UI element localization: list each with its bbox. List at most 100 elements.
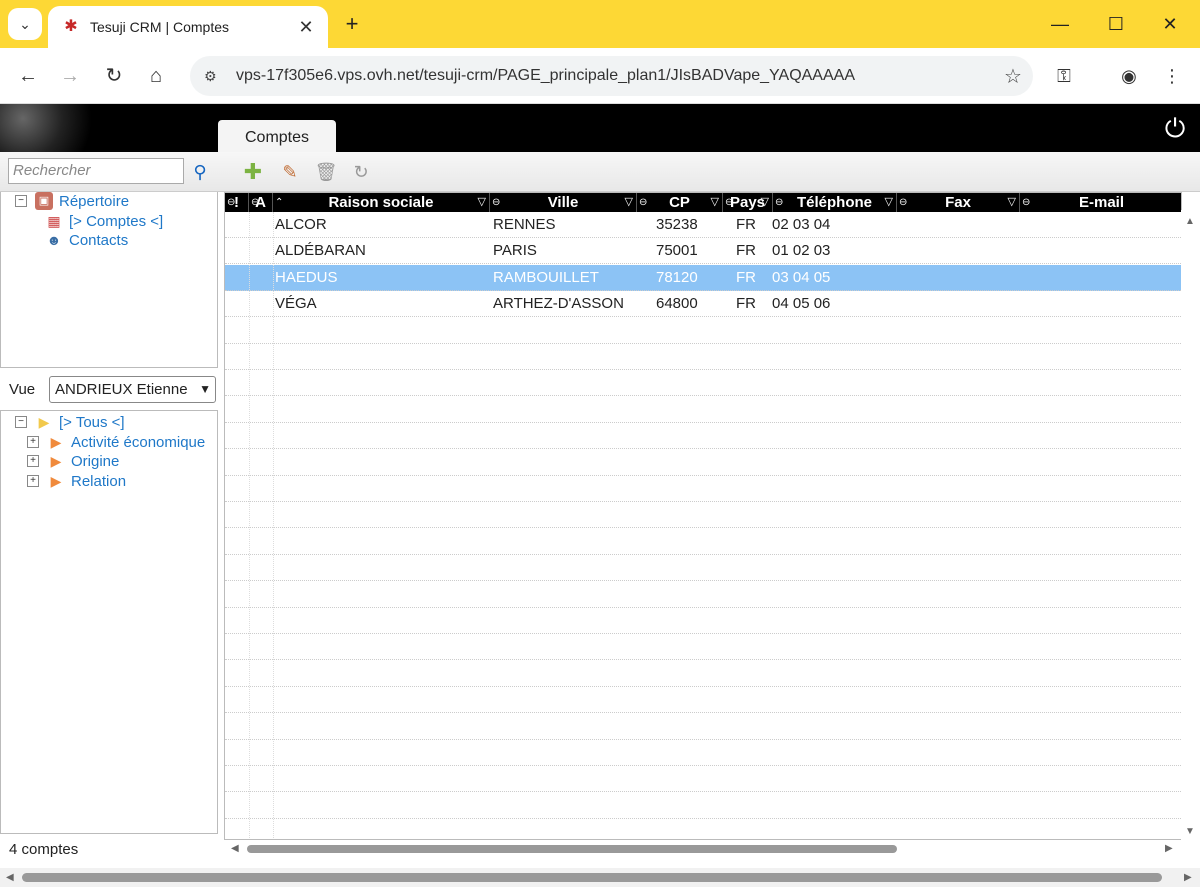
power-icon[interactable]: ⏻ <box>1160 113 1190 143</box>
column-header-ville[interactable]: ⊖ Ville ▽ <box>490 193 637 212</box>
new-tab-button[interactable]: + <box>340 12 364 36</box>
table-row[interactable] <box>225 502 1181 529</box>
maximize-button[interactable]: ☐ <box>1096 10 1136 38</box>
tab-comptes[interactable]: Comptes <box>218 120 336 156</box>
table-row[interactable] <box>225 397 1181 423</box>
menu-icon[interactable]: ⋮ <box>1158 62 1186 90</box>
column-header-email[interactable]: ⊖ E-mail <box>1020 193 1181 212</box>
reload-icon[interactable]: ↻ <box>100 62 128 90</box>
table-row[interactable]: ALDÉBARAN PARIS 75001 FR 01 02 03 <box>225 238 1181 265</box>
accounts-table: ⊖! ⊖ A ⌃ Raison sociale ▽ ⊖ Ville ▽ ⊖ CP ▽ ⊖ Pay… <box>224 192 1182 840</box>
scroll-thumb[interactable] <box>22 873 1162 882</box>
close-tab-icon[interactable]: ✕ <box>292 17 320 38</box>
page-scrollbar[interactable]: ◀ ▶ <box>0 868 1200 887</box>
column-header-flag[interactable]: ⊖! <box>225 193 249 212</box>
table-row[interactable] <box>225 529 1181 555</box>
table-row[interactable]: ALCOR RENNES 35238 FR 02 03 04 <box>225 212 1181 238</box>
search-icon[interactable]: ⚲ <box>188 160 212 184</box>
chevron-down-icon: ▼ <box>199 382 211 396</box>
table-row[interactable] <box>225 318 1181 344</box>
table-row[interactable] <box>225 582 1181 608</box>
table-row[interactable] <box>225 661 1181 687</box>
expand-icon[interactable]: + <box>27 436 39 448</box>
table-cell-pays: FR <box>736 268 756 286</box>
site-settings-icon[interactable]: ⚙ <box>204 68 224 85</box>
search-input[interactable]: Rechercher <box>8 158 184 184</box>
trash-icon[interactable]: 🗑 <box>314 160 338 184</box>
table-row[interactable] <box>225 344 1181 370</box>
tree-item-contacts[interactable]: ☻ Contacts <box>45 231 129 249</box>
table-row[interactable]: VÉGA ARTHEZ-D'ASSON 64800 FR 04 05 06 <box>225 291 1181 318</box>
folder-icon: ▣ <box>35 192 53 210</box>
table-row[interactable] <box>225 687 1181 714</box>
column-header-fax[interactable]: ⊖ Fax ▽ <box>897 193 1020 212</box>
scroll-left-icon[interactable]: ◀ <box>231 843 239 854</box>
tab-search-button[interactable]: ⌄ <box>8 8 42 40</box>
tree-item-origine[interactable]: + ▶ Origine <box>27 452 119 470</box>
bookmark-star-icon[interactable]: ☆ <box>993 64 1033 89</box>
scroll-up-icon[interactable]: ▲ <box>1185 216 1195 227</box>
minimize-button[interactable]: — <box>1040 10 1080 38</box>
table-row[interactable] <box>225 766 1181 793</box>
column-header-a[interactable]: ⊖ A <box>249 193 273 212</box>
expand-icon[interactable]: + <box>27 475 39 487</box>
table-cell-tel: 04 05 06 <box>772 295 831 313</box>
scroll-right-icon[interactable]: ▶ <box>1165 843 1173 854</box>
pencil-icon[interactable]: ✎ <box>278 160 302 184</box>
app-header: Comptes <box>0 104 1200 156</box>
table-cell-cp: 35238 <box>656 216 698 233</box>
table-row[interactable]: HAEDUS RAMBOUILLET 78120 FR 03 04 05 <box>225 264 1181 291</box>
tree-item-comptes[interactable]: ▦ [> Comptes <] <box>45 212 163 230</box>
address-bar: ← → ↻ ⌂ ⚙ vps-17f305e6.vps.ovh.net/tesuj… <box>0 48 1200 104</box>
scroll-thumb[interactable] <box>247 845 897 853</box>
tree-item-repertoire[interactable]: − ▣ Répertoire <box>15 192 129 210</box>
forward-icon[interactable]: → <box>56 62 84 90</box>
logo <box>0 104 115 152</box>
tree-item-activite[interactable]: + ▶ Activité économique <box>27 433 205 451</box>
scroll-right-icon[interactable]: ▶ <box>1184 872 1192 883</box>
table-row[interactable] <box>225 450 1181 476</box>
password-key-icon[interactable]: ⚿ <box>1050 62 1078 90</box>
browser-tab[interactable]: ✱ Tesuji CRM | Comptes ✕ <box>48 6 328 48</box>
scroll-down-icon[interactable]: ▼ <box>1185 826 1195 837</box>
table-row[interactable] <box>225 476 1181 502</box>
close-window-button[interactable]: ✕ <box>1150 10 1190 38</box>
scroll-left-icon[interactable]: ◀ <box>6 872 14 883</box>
table-header: ⊖! ⊖ A ⌃ Raison sociale ▽ ⊖ Ville ▽ ⊖ CP ▽ ⊖ Pay… <box>225 193 1181 212</box>
table-row[interactable] <box>225 819 1181 839</box>
table-row[interactable] <box>225 423 1181 450</box>
profile-icon[interactable]: ◉ <box>1115 62 1143 90</box>
table-row[interactable] <box>225 608 1181 634</box>
column-header-pays[interactable]: ⊖ Pays ▽ <box>723 193 773 212</box>
horizontal-scrollbar[interactable]: ◀ ▶ <box>225 840 1181 858</box>
tab-title: Tesuji CRM | Comptes <box>90 19 230 35</box>
vertical-scrollbar[interactable]: ▲ ▼ <box>1181 210 1199 840</box>
view-select[interactable]: ANDRIEUX Etienne ▼ <box>49 376 216 403</box>
column-divider <box>273 212 274 839</box>
table-row[interactable] <box>225 740 1181 766</box>
table-cell-raison: VÉGA <box>275 295 317 313</box>
url-field[interactable]: ⚙ vps-17f305e6.vps.ovh.net/tesuji-crm/PA… <box>190 56 1033 96</box>
column-header-cp[interactable]: ⊖ CP ▽ <box>637 193 723 212</box>
plus-icon[interactable]: ✚ <box>241 160 265 184</box>
tree-item-relation[interactable]: + ▶ Relation <box>27 472 126 490</box>
filter-root-label: [> Tous <] <box>59 413 125 431</box>
home-icon[interactable]: ⌂ <box>142 62 170 90</box>
back-icon[interactable]: ← <box>14 62 42 90</box>
column-header-raison-sociale[interactable]: ⌃ Raison sociale ▽ <box>273 193 490 212</box>
tree-item-tous[interactable]: − ▶ [> Tous <] <box>15 413 125 431</box>
arrow-right-icon: ▶ <box>38 414 50 430</box>
expand-icon[interactable]: + <box>27 455 39 467</box>
table-row[interactable] <box>225 714 1181 740</box>
filter-icon: ▽ <box>760 196 769 208</box>
refresh-icon[interactable]: ↻ <box>349 160 373 184</box>
table-row[interactable] <box>225 793 1181 819</box>
collapse-icon[interactable]: − <box>15 195 27 207</box>
collapse-icon[interactable]: − <box>15 416 27 428</box>
table-cell-cp: 75001 <box>656 242 698 260</box>
column-header-telephone[interactable]: ⊖ Téléphone ▽ <box>773 193 897 212</box>
table-row[interactable] <box>225 370 1181 397</box>
table-row[interactable] <box>225 634 1181 661</box>
table-row[interactable] <box>225 555 1181 582</box>
toolbar: Rechercher ⚲ ✚ ✎ 🗑 ↻ <box>0 152 1200 192</box>
